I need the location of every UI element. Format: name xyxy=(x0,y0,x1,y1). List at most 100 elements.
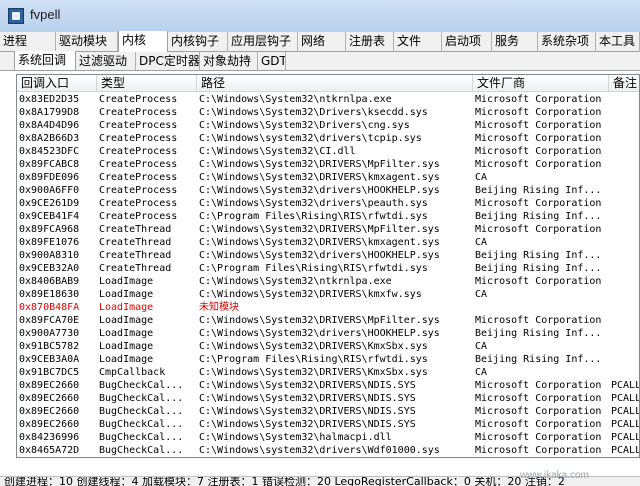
table-row[interactable]: 0x89FCA70E LoadImage C:\Windows\System32\D… xyxy=(17,314,639,327)
table-row[interactable]: 0x8406BAB9 LoadImage C:\Windows\System32\n… xyxy=(17,275,639,288)
cell-type: BugCheckCal... xyxy=(99,380,184,391)
cell-vendor: Microsoft Corporation xyxy=(475,393,602,404)
table-row[interactable]: 0x8A2B66D3 CreateProcess C:\Windows\system… xyxy=(17,132,639,145)
cell-type: CreateProcess xyxy=(99,159,178,170)
table-row[interactable]: 0x900A7730 LoadImage C:\Windows\System32\d… xyxy=(17,327,639,340)
cell-path: C:\Windows\system32\drivers\Wdf01000.sys xyxy=(199,445,440,456)
table-row[interactable]: 0x89EC2660 BugCheckCal... C:\Windows\Syste… xyxy=(17,418,640,431)
table-body: 0x83ED2D35 CreateProcess C:\Windows\System… xyxy=(17,93,640,457)
subtab-3[interactable]: 对象劫持 xyxy=(200,52,258,71)
tab-4[interactable]: 应用层钩子 xyxy=(228,32,298,52)
cell-entry: 0x83ED2D35 xyxy=(19,94,80,105)
cell-vendor: Microsoft Corporation xyxy=(475,276,602,287)
cell-entry: 0x89FCABC8 xyxy=(19,159,80,170)
table-row[interactable]: 0x83ED2D35 CreateProcess C:\Windows\System… xyxy=(17,93,639,106)
subtab-2[interactable]: DPC定时器 xyxy=(136,52,200,71)
cell-vendor: Beijing Rising Inf... xyxy=(475,354,602,365)
cell-vendor: Microsoft Corporation xyxy=(475,406,602,417)
table-row[interactable]: 0x870B48FA LoadImage 未知模块 xyxy=(17,301,639,314)
cell-path: C:\Windows\System32\DRIVERS\NDIS.SYS xyxy=(199,406,416,417)
cell-path: C:\Windows\System32\ntkrnlpa.exe xyxy=(199,276,392,287)
tab-6[interactable]: 注册表 xyxy=(346,32,394,52)
table-row[interactable]: 0x84523DFC CreateProcess C:\Windows\System… xyxy=(17,145,639,158)
cell-note: PCALL xyxy=(611,419,640,430)
table-row[interactable]: 0x91BC7DC5 CmpCallback C:\Windows\System32… xyxy=(17,366,639,379)
table-row[interactable]: 0x91BC5782 LoadImage C:\Windows\System32\D… xyxy=(17,340,639,353)
table-row[interactable]: 0x89EC2660 BugCheckCal... C:\Windows\Syste… xyxy=(17,379,639,392)
main-tabs: 进程 驱动模块 内核 内核钩子 应用层钩子 网络 注册表 文件 启动项 服务 系统杂项 本工具 xyxy=(0,31,640,53)
cell-note: PCALL xyxy=(611,406,640,417)
cell-note xyxy=(609,327,639,340)
cell-entry: 0x89FDE096 xyxy=(19,172,80,183)
cell-entry: 0x91BC7DC5 xyxy=(19,367,80,378)
tab-9[interactable]: 服务 xyxy=(492,32,538,52)
table-row[interactable]: 0x84236996 BugCheckCal... C:\Windows\Syste… xyxy=(17,431,640,444)
cell-note xyxy=(609,301,639,314)
table-row[interactable]: 0x9CEB32A0 CreateThread C:\Program Files\R… xyxy=(17,262,639,275)
cell-type: CreateProcess xyxy=(99,146,178,157)
cell-type: CreateProcess xyxy=(99,185,178,196)
column-header-path[interactable]: 路径 xyxy=(197,75,473,92)
table-row[interactable]: 0x89E18630 LoadImage C:\Windows\System32\D… xyxy=(17,288,639,301)
table-row[interactable]: 0x8465A72D BugCheckCal... C:\Windows\syste… xyxy=(17,444,639,457)
table-row[interactable]: 0x89EC2660 BugCheckCal... C:\Windows\Syste… xyxy=(17,405,640,418)
tab-8[interactable]: 启动项 xyxy=(442,32,492,52)
table-row[interactable]: 0x8A1799D8 CreateProcess C:\Windows\System… xyxy=(17,106,639,119)
cell-type: LoadImage xyxy=(99,354,154,365)
cell-entry: 0x89FCA968 xyxy=(19,224,80,235)
subtab-4[interactable]: GDT xyxy=(258,52,286,71)
table-row[interactable]: 0x8A4D4D96 CreateProcess C:\Windows\System… xyxy=(17,119,639,132)
cell-note xyxy=(609,106,639,119)
tab-1[interactable]: 驱动模块 xyxy=(56,32,118,52)
table-row[interactable]: 0x9CEB3A0A LoadImage C:\Program Files\Risi… xyxy=(17,353,639,366)
cell-type: CreateProcess xyxy=(99,211,178,222)
tab-7[interactable]: 文件 xyxy=(394,32,442,52)
table-row[interactable]: 0x89FE1076 CreateThread C:\Windows\System3… xyxy=(17,236,639,249)
cell-note xyxy=(609,184,639,197)
cell-entry: 0x89EC2660 xyxy=(19,406,80,417)
callback-table[interactable]: 回调入口 类型 路径 文件厂商 备注 0x83ED2D35 CreateProcess C:… xyxy=(16,74,640,458)
table-row[interactable]: 0x9CE261D9 CreateProcess C:\Windows\System… xyxy=(17,197,639,210)
cell-type: LoadImage xyxy=(99,341,154,352)
column-header-vendor[interactable]: 文件厂商 xyxy=(473,75,609,92)
tab-11[interactable]: 本工具 xyxy=(596,32,640,52)
cell-type: CreateProcess xyxy=(99,120,178,131)
tab-0[interactable]: 进程 xyxy=(0,32,56,52)
cell-note xyxy=(609,340,639,353)
cell-entry: 0x8A4D4D96 xyxy=(19,120,80,131)
watermark: www.ikaka.com xyxy=(520,470,589,481)
subtab-0[interactable]: 系统回调 xyxy=(14,51,76,70)
cell-note xyxy=(609,314,639,327)
cell-vendor: Microsoft Corporation xyxy=(475,315,602,326)
table-row[interactable]: 0x89EC2660 BugCheckCal... C:\Windows\Syste… xyxy=(17,392,639,405)
cell-entry: 0x9CEB32A0 xyxy=(19,263,80,274)
cell-note: PCALL xyxy=(611,432,640,443)
table-row[interactable]: 0x9CEB41F4 CreateProcess C:\Program Files\… xyxy=(17,210,639,223)
cell-vendor: Microsoft Corporation xyxy=(475,146,602,157)
tab-3[interactable]: 内核钩子 xyxy=(168,32,228,52)
cell-entry: 0x9CEB41F4 xyxy=(19,211,80,222)
column-header-entry[interactable]: 回调入口 xyxy=(17,75,97,92)
table-row[interactable]: 0x900A8310 CreateThread C:\Windows\System3… xyxy=(17,249,639,262)
table-row[interactable]: 0x900A6FF0 CreateProcess C:\Windows\System… xyxy=(17,184,639,197)
tab-2[interactable]: 内核 xyxy=(118,31,168,53)
cell-entry: 0x9CE261D9 xyxy=(19,198,80,209)
tab-10[interactable]: 系统杂项 xyxy=(538,32,596,52)
subtab-1[interactable]: 过滤驱动 xyxy=(76,52,136,71)
cell-path: C:\Windows\System32\drivers\HOOKHELP.sys xyxy=(199,328,440,339)
cell-path: C:\Windows\System32\drivers\peauth.sys xyxy=(199,198,428,209)
cell-type: BugCheckCal... xyxy=(99,393,184,404)
column-header-type[interactable]: 类型 xyxy=(97,75,197,92)
table-row[interactable]: 0x89FCABC8 CreateProcess C:\Windows\System… xyxy=(17,158,639,171)
cell-vendor: Beijing Rising Inf... xyxy=(475,263,602,274)
table-row[interactable]: 0x89FCA968 CreateThread C:\Windows\System3… xyxy=(17,223,639,236)
cell-vendor: Microsoft Corporation xyxy=(475,198,602,209)
cell-path: C:\Windows\System32\DRIVERS\kmxagent.sys xyxy=(199,237,440,248)
cell-path: C:\Windows\System32\drivers\HOOKHELP.sys xyxy=(199,250,440,261)
cell-type: CreateThread xyxy=(99,250,172,261)
table-row[interactable]: 0x89FDE096 CreateProcess C:\Windows\System… xyxy=(17,171,639,184)
tab-5[interactable]: 网络 xyxy=(298,32,346,52)
cell-type: CmpCallback xyxy=(99,367,166,378)
cell-vendor: CA xyxy=(475,341,488,352)
column-header-note[interactable]: 备注 xyxy=(609,75,639,92)
